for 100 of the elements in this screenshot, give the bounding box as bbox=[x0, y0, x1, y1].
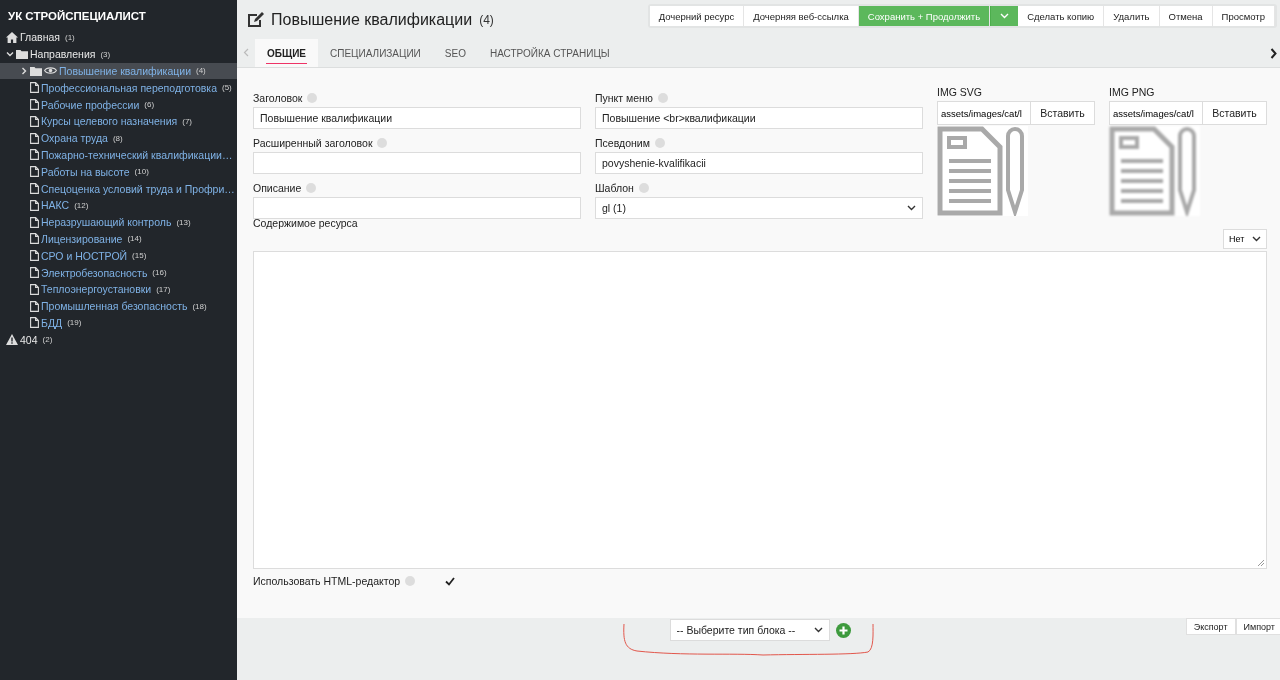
page-title: Повышение квалификации bbox=[271, 11, 473, 29]
input-field[interactable]: Повышение <br>квалификации bbox=[595, 107, 923, 129]
tree-item[interactable]: Промышленная безопасность (18) bbox=[0, 297, 237, 315]
tree-item[interactable]: Пожарно-технический квалификации… bbox=[0, 146, 237, 164]
input-field[interactable]: Повышение квалификации bbox=[253, 107, 581, 129]
item-count: (17) bbox=[156, 284, 171, 294]
tree-item[interactable]: Направления (3) bbox=[0, 45, 237, 63]
tree-item[interactable]: БДД (19) bbox=[0, 314, 237, 332]
file-icon bbox=[30, 216, 39, 228]
input-field[interactable]: assets/images/cat/l bbox=[1109, 101, 1203, 125]
input-field[interactable] bbox=[253, 152, 581, 174]
tree-item-label: Работы на высоте bbox=[41, 165, 130, 178]
item-count: (18) bbox=[192, 301, 207, 311]
toolbar-button[interactable]: Дочерний ресурс bbox=[649, 6, 745, 26]
footer-button[interactable]: Экспорт bbox=[1185, 618, 1236, 635]
tree-item-label: Профессиональная переподготовка bbox=[41, 81, 217, 94]
help-icon[interactable] bbox=[654, 137, 665, 148]
tree-item[interactable]: Теплоэнергоустановки (17) bbox=[0, 280, 237, 298]
footer-button[interactable]: Импорт bbox=[1235, 618, 1280, 635]
field-label: Пункт меню bbox=[595, 91, 653, 104]
file-icon bbox=[30, 233, 39, 245]
field-label: Заголовок bbox=[253, 91, 303, 104]
file-icon bbox=[30, 82, 39, 94]
tree-item[interactable]: Работы на высоте (10) bbox=[0, 163, 237, 181]
insert-button[interactable]: Вставить bbox=[1203, 101, 1267, 125]
item-count: (6) bbox=[144, 100, 155, 110]
save-options-button[interactable] bbox=[990, 6, 1019, 26]
tree-item[interactable]: Главная (1) bbox=[0, 29, 237, 46]
tree-item-label: Спецоценка условий труда и Профри… bbox=[41, 182, 235, 195]
tree-item-label: Лицензирование bbox=[41, 232, 123, 245]
tab[interactable]: SEO bbox=[432, 39, 478, 67]
select-field[interactable]: Нет bbox=[1223, 229, 1267, 249]
file-icon bbox=[30, 132, 39, 144]
input-field[interactable]: assets/images/cat/l bbox=[937, 101, 1031, 125]
item-count: (2) bbox=[42, 335, 53, 345]
chevron-down-icon bbox=[907, 205, 916, 211]
tree-item[interactable]: Курсы целевого назначения (7) bbox=[0, 113, 237, 130]
field-label: Содержимое ресурса bbox=[253, 217, 358, 229]
help-icon[interactable] bbox=[657, 92, 668, 103]
site-title: УК СТРОЙСПЕЦИАЛИСТ bbox=[7, 10, 147, 24]
tree-item[interactable]: НАКС (12) bbox=[0, 196, 237, 214]
file-icon bbox=[30, 149, 39, 161]
toolbar-button[interactable]: Отмена bbox=[1159, 6, 1213, 26]
tree-item[interactable]: Охрана труда (8) bbox=[0, 129, 237, 147]
tree-item[interactable]: Лицензирование (14) bbox=[0, 230, 237, 248]
checkbox-label: Использовать HTML-редактор bbox=[253, 575, 401, 587]
toolbar-button[interactable]: Просмотр bbox=[1212, 6, 1275, 26]
tree-item[interactable]: Рабочие профессии (6) bbox=[0, 96, 237, 113]
tree-item[interactable]: Неразрушающий контроль (13) bbox=[0, 213, 237, 231]
chevron-icon[interactable] bbox=[20, 67, 28, 75]
tree-item-label: Направления bbox=[30, 48, 96, 61]
chevron-right-icon[interactable] bbox=[1270, 48, 1277, 59]
tree-item-label: Курсы целевого назначения bbox=[41, 115, 178, 128]
tree-item[interactable]: 404 (2) bbox=[0, 331, 237, 349]
chevron-left-icon[interactable] bbox=[243, 48, 249, 57]
help-icon[interactable] bbox=[377, 137, 388, 148]
add-icon[interactable] bbox=[835, 622, 851, 638]
field-label: Шаблон bbox=[595, 181, 634, 194]
chevron-down-icon bbox=[1252, 236, 1261, 242]
toolbar-button[interactable]: Дочерняя веб-ссылка bbox=[744, 6, 859, 26]
tree-item-label: 404 bbox=[20, 333, 38, 346]
help-icon[interactable] bbox=[307, 92, 318, 103]
tree-item[interactable]: Спецоценка условий труда и Профри… bbox=[0, 180, 237, 197]
help-icon[interactable] bbox=[405, 576, 416, 586]
tree-item[interactable]: Профессиональная переподготовка (5) bbox=[0, 79, 237, 97]
tab[interactable]: ОБЩИЕ bbox=[255, 39, 318, 67]
toolbar-button[interactable]: Удалить bbox=[1104, 6, 1160, 26]
input-field[interactable]: povyshenie-kvalifikacii bbox=[595, 152, 923, 174]
folder-icon bbox=[16, 49, 28, 60]
item-count: (15) bbox=[132, 251, 147, 261]
tree-item-label: Теплоэнергоустановки bbox=[41, 283, 152, 296]
tree-item-label: Повышение квалификации bbox=[59, 65, 191, 77]
item-count: (14) bbox=[127, 234, 142, 244]
tree-item-label: Электробезопасность bbox=[41, 266, 148, 279]
tree-item-label: Промышленная безопасность bbox=[41, 300, 188, 313]
select-field[interactable]: gl (1) bbox=[595, 197, 923, 219]
chevron-icon[interactable] bbox=[6, 50, 14, 59]
tree-item[interactable]: Электробезопасность (16) bbox=[0, 264, 237, 281]
chevron-down-icon bbox=[813, 627, 823, 633]
tab[interactable]: НАСТРОЙКА СТРАНИЦЫ bbox=[477, 39, 622, 67]
input-field[interactable] bbox=[253, 197, 581, 219]
insert-button[interactable]: Вставить bbox=[1031, 101, 1095, 125]
tab[interactable]: СПЕЦИАЛИЗАЦИИ bbox=[318, 39, 433, 67]
help-icon[interactable] bbox=[638, 182, 649, 193]
item-count: (10) bbox=[134, 167, 149, 177]
help-icon[interactable] bbox=[306, 182, 317, 193]
item-count: (5) bbox=[222, 83, 232, 93]
block-type-select[interactable]: -- Выберите тип блока -- bbox=[669, 619, 830, 641]
chevron-down-icon bbox=[1000, 13, 1010, 19]
resize-grip-icon[interactable] bbox=[1257, 559, 1265, 567]
file-icon bbox=[30, 267, 39, 279]
toolbar-button[interactable]: Сделать копию bbox=[1018, 6, 1105, 26]
tree-item[interactable]: СРО и НОСТРОЙ (15) bbox=[0, 247, 237, 265]
field-label: Расширенный заголовок bbox=[253, 136, 373, 149]
checkbox[interactable] bbox=[444, 575, 457, 587]
tree-item[interactable]: Повышение квалификации (4) bbox=[0, 62, 237, 80]
item-count: (19) bbox=[67, 318, 82, 328]
folder-icon bbox=[30, 66, 42, 76]
home-icon bbox=[6, 31, 18, 43]
file-icon bbox=[30, 115, 39, 127]
